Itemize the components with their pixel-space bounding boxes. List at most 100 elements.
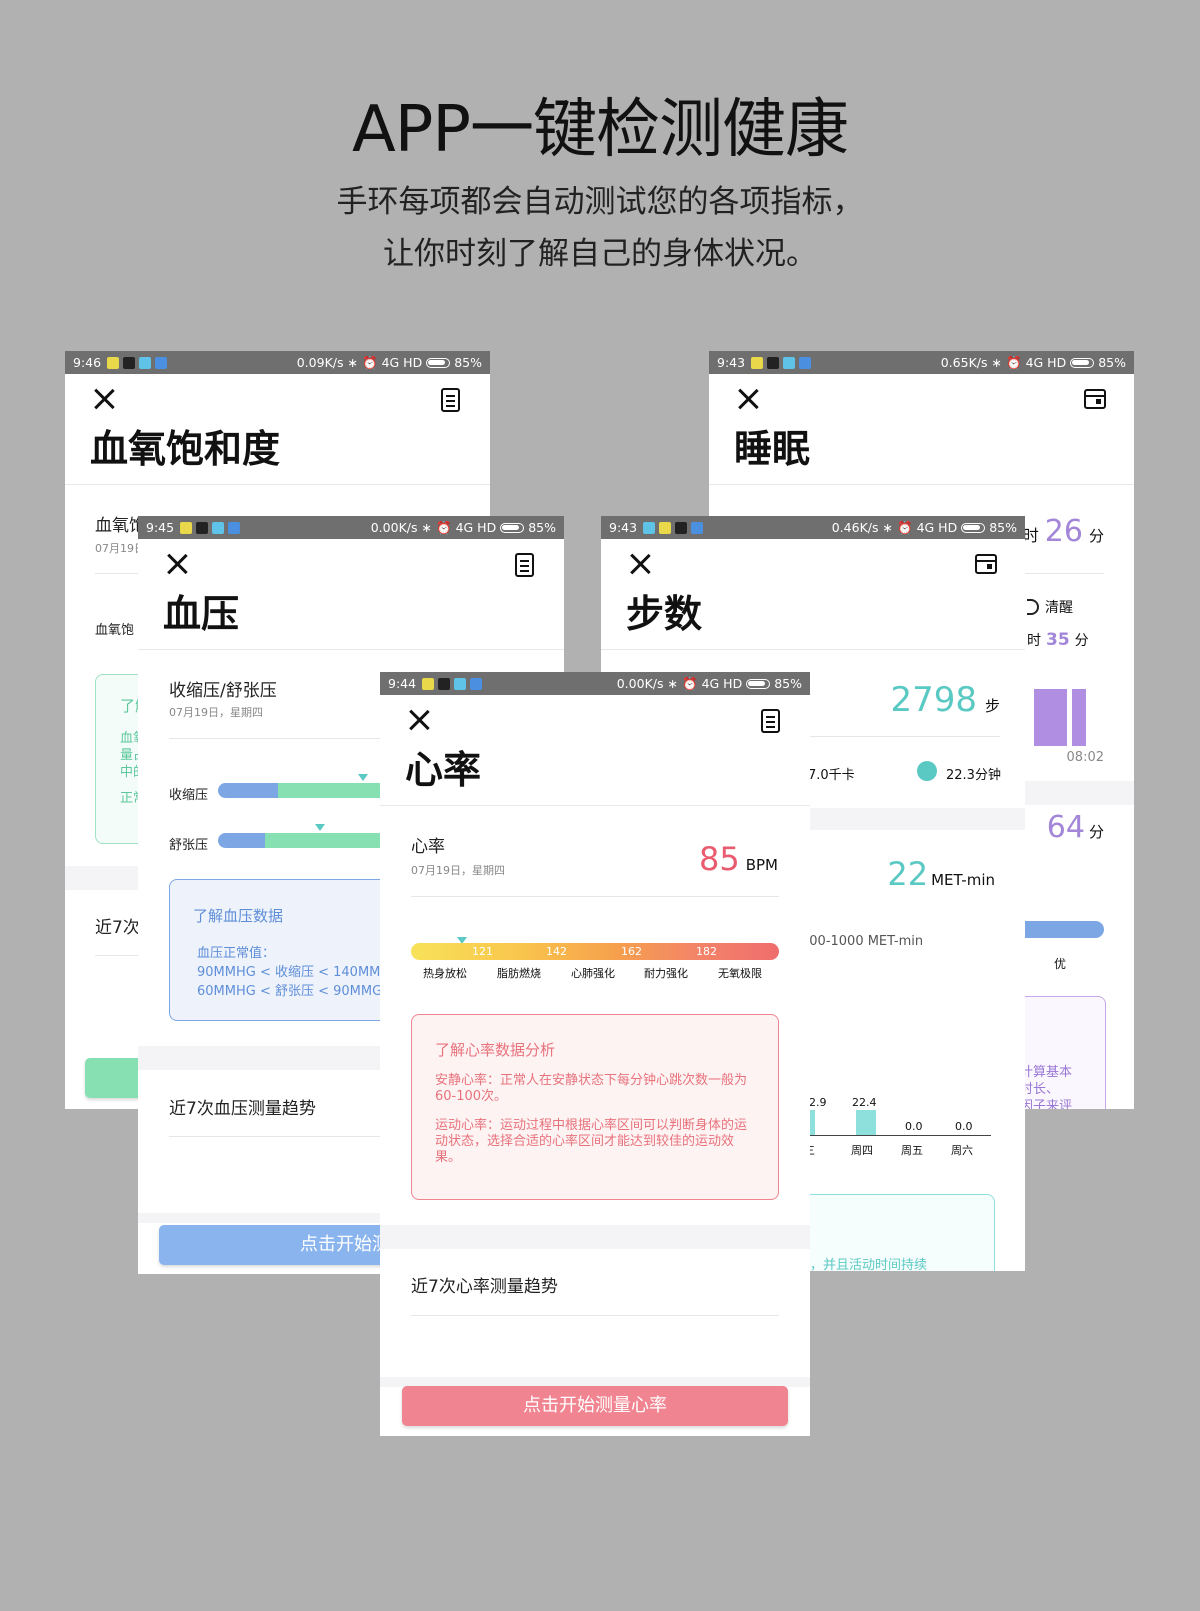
info-sport: 运动心率：运动过程中根据心率区间可以判断身体的运动状态，选择合适的心率区间才能达… [435, 1118, 748, 1165]
qq-icon [675, 521, 688, 534]
page-title: 睡眠 [709, 424, 1134, 485]
close-icon[interactable] [629, 553, 651, 575]
battery-icon [426, 357, 451, 368]
bar-label: 血氧饱 [95, 623, 135, 638]
calories: 7.0千卡 [808, 768, 855, 783]
bpm-unit: BPM [745, 856, 778, 874]
sleep-bar [1034, 689, 1067, 746]
info-title: 了解心率数据分析 [435, 1041, 556, 1059]
awake-label: 清醒 [1045, 600, 1073, 616]
calendar-icon[interactable] [1084, 389, 1106, 409]
page-title: 心率 [380, 745, 810, 806]
duration: 22.3分钟 [946, 768, 1001, 783]
status-bar: 9:43 0.46K/s ∗ ⏰ 4G HD 85% [601, 516, 1025, 539]
zone-mark: 142 [546, 945, 567, 958]
bpm-reading: 85 BPM [699, 840, 778, 878]
battery-icon [746, 678, 771, 689]
status-time: 9:46 [73, 355, 102, 370]
met-value: 22 [887, 855, 929, 893]
qq-icon [438, 677, 451, 690]
hero-subtitle-line2: 让你时刻了解自己的身体状况。 [383, 236, 817, 272]
row-label: 收缩压/舒张压 [169, 681, 277, 701]
awake-dot-icon [1027, 599, 1039, 615]
row-date: 07月19日，星期四 [169, 706, 263, 719]
bluetooth-icon: ∗ [991, 355, 1002, 370]
battery-percent: 85% [1098, 355, 1126, 370]
close-icon[interactable] [166, 553, 188, 575]
min-unit: 分 [1074, 633, 1089, 649]
page-title: 血压 [138, 589, 564, 650]
network-label: 4G HD [455, 520, 497, 535]
app-notification-icon [751, 356, 764, 369]
quality-label: 优 [1054, 957, 1067, 971]
wake-time: 08:02 [1066, 750, 1104, 765]
zone-mark: 182 [696, 945, 717, 958]
app-notification-icon [155, 356, 168, 369]
bar-label: 周五 [901, 1144, 923, 1157]
bluetooth-icon: ∗ [667, 676, 678, 691]
network-speed: 0.46K/s [831, 520, 879, 535]
network-label: 4G HD [701, 676, 743, 691]
close-icon[interactable] [408, 709, 430, 731]
met-range: 600-1000 MET-min [801, 934, 924, 949]
sleep-bar [1072, 689, 1086, 746]
battery-percent: 85% [989, 520, 1017, 535]
document-icon[interactable] [515, 553, 534, 577]
close-icon[interactable] [93, 388, 115, 410]
score-unit: 分 [1088, 823, 1104, 841]
alarm-icon: ⏰ [361, 354, 378, 370]
bar-chart: 2.9 22.4 0.0 0.0 周三 周四 周五 周六 [793, 1096, 991, 1186]
status-time: 9:43 [609, 520, 638, 535]
battery-icon [961, 522, 986, 533]
app-notification-icon [783, 356, 796, 369]
info-systolic: 90MMHG < 收缩压 < 140MMG [197, 965, 391, 980]
awake-legend: 清醒 [1027, 597, 1073, 617]
info-diastolic: 60MMHG < 舒张压 < 90MMGH [197, 984, 392, 999]
battery-icon [1070, 357, 1095, 368]
app-notification-icon [470, 677, 483, 690]
met-value-row: 22 MET-min [887, 855, 995, 893]
hero-subtitle-line1: 手环每项都会自动测试您的各项指标， [336, 184, 864, 220]
score-value: 64 [1046, 810, 1085, 845]
chart-axis [801, 1135, 991, 1136]
alarm-icon: ⏰ [681, 675, 698, 691]
steps-count: 2798 步 [890, 680, 1000, 720]
close-icon[interactable] [737, 388, 759, 410]
awake-duration: 时 35 分 [1027, 630, 1089, 650]
app-notification-icon [228, 521, 241, 534]
hero-title: APP一键检测健康 [352, 93, 849, 167]
diastolic-marker [315, 824, 325, 831]
bar-label: 周四 [851, 1144, 873, 1157]
bpm-value: 85 [699, 840, 740, 878]
network-label: 4G HD [916, 520, 958, 535]
app-notification-icon [180, 521, 193, 534]
page-title: 步数 [601, 589, 1025, 650]
trend-label: 近7次血压测量趋势 [169, 1099, 316, 1119]
app-notification-icon [422, 677, 435, 690]
row-date: 07月19日，星期四 [411, 864, 505, 877]
page-title: 血氧饱和度 [65, 424, 490, 485]
document-icon[interactable] [761, 709, 780, 733]
start-measure-heart-button[interactable]: 点击开始测量心率 [402, 1386, 788, 1426]
bar-value: 22.4 [852, 1096, 877, 1109]
zone-label: 心肺强化 [571, 967, 615, 980]
trend-label: 近7次 [95, 918, 140, 938]
systolic-label: 收缩压 [169, 788, 209, 803]
alarm-icon: ⏰ [435, 519, 452, 535]
systolic-marker [358, 774, 368, 781]
trend-label: 近7次心率测量趋势 [411, 1277, 558, 1297]
heart-rate-screen: 9:44 0.00K/s ∗ ⏰ 4G HD 85% 心率 心率 07月19日，… [380, 672, 810, 1436]
zone-label: 脂肪燃烧 [497, 967, 541, 980]
bluetooth-icon: ∗ [882, 520, 893, 535]
status-time: 9:44 [388, 676, 417, 691]
qq-icon [767, 356, 780, 369]
info-title: 了解血压数据 [193, 907, 284, 925]
document-icon[interactable] [441, 388, 460, 412]
qq-icon [196, 521, 209, 534]
network-label: 4G HD [381, 355, 423, 370]
bar-value: 0.0 [905, 1120, 923, 1133]
calendar-icon[interactable] [975, 554, 997, 574]
status-bar: 9:45 0.00K/s ∗ ⏰ 4G HD 85% [138, 516, 564, 539]
network-speed: 0.00K/s [616, 676, 664, 691]
met-unit: MET-min [931, 871, 995, 889]
